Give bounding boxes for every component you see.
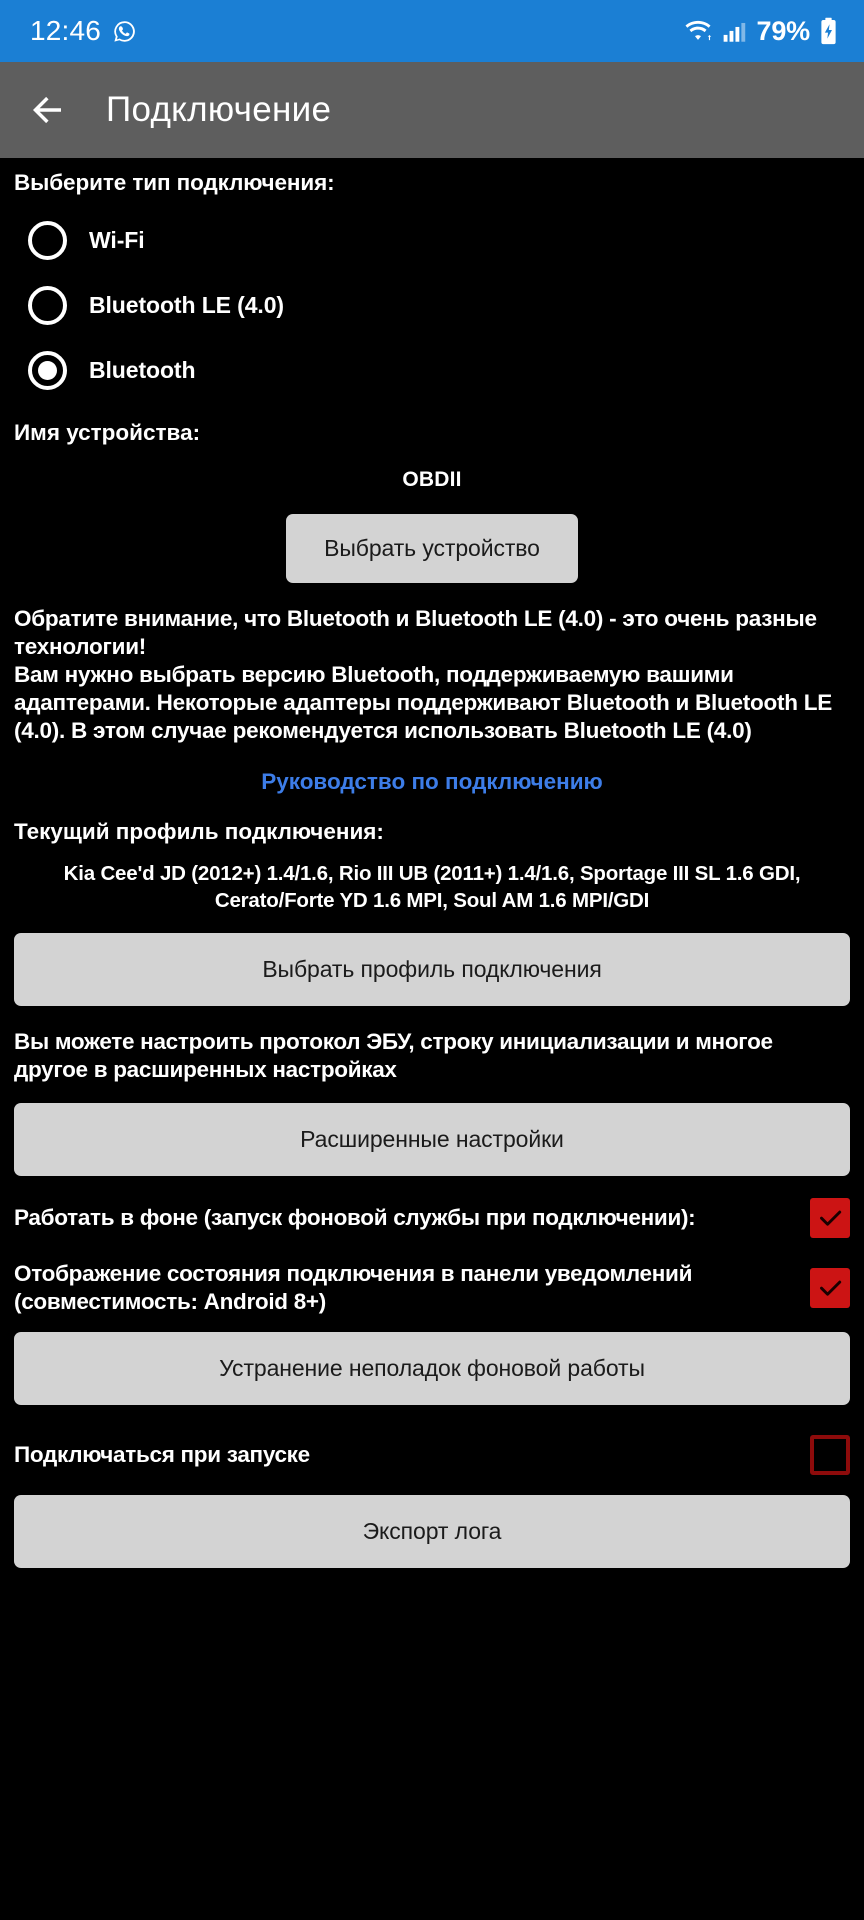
- battery-percent-label: 79%: [756, 15, 811, 46]
- radio-dot: [38, 361, 57, 381]
- radio-label-bluetooth-le: Bluetooth LE (4.0): [89, 292, 284, 319]
- radio-label-wifi: Wi-Fi: [89, 227, 145, 254]
- check-icon: [819, 1280, 841, 1297]
- status-bar-left: 12:46: [30, 15, 137, 47]
- notice-line-1: Обратите внимание, что Bluetooth и Bluet…: [14, 606, 817, 660]
- radio-option-bluetooth[interactable]: Bluetooth: [14, 338, 850, 403]
- device-name-value: OBDII: [402, 468, 462, 492]
- connection-type-label: Выберите тип подключения:: [14, 170, 335, 195]
- current-profile-value: Kia Cee'd JD (2012+) 1.4/1.6, Rio III UB…: [63, 861, 801, 912]
- check-icon: [819, 1211, 841, 1227]
- radio-label-bluetooth: Bluetooth: [89, 357, 196, 384]
- select-device-button[interactable]: Выбрать устройство: [286, 514, 578, 584]
- notification-status-row: Отображение состояния подключения в пане…: [14, 1260, 850, 1316]
- wifi-icon: [683, 19, 713, 44]
- toolbar: Подключение: [0, 62, 864, 158]
- connection-guide-link[interactable]: Руководство по подключению: [14, 769, 850, 795]
- page-title: Подключение: [106, 90, 332, 129]
- device-name-label: Имя устройства:: [14, 420, 201, 446]
- advanced-settings-button[interactable]: Расширенные настройки: [14, 1102, 850, 1176]
- radio-circle-icon: [28, 221, 67, 261]
- export-log-button[interactable]: Экспорт лога: [14, 1494, 850, 1568]
- troubleshoot-background-button[interactable]: Устранение неполадок фоновой работы: [14, 1331, 850, 1405]
- radio-circle-selected-icon: [28, 351, 67, 391]
- connect-on-startup-checkbox[interactable]: [810, 1434, 850, 1475]
- connect-on-startup-row: Подключаться при запуске: [14, 1434, 850, 1475]
- notification-status-label: Отображение состояния подключения в пане…: [14, 1260, 693, 1314]
- notice-line-2: Вам нужно выбрать версию Bluetooth, подд…: [14, 662, 833, 743]
- radio-circle-icon: [28, 286, 67, 326]
- status-bar-right: 79%: [683, 16, 838, 47]
- background-service-checkbox[interactable]: [810, 1197, 850, 1238]
- radio-option-wifi[interactable]: Wi-Fi: [14, 208, 850, 273]
- background-service-row: Работать в фоне (запуск фоновой службы п…: [14, 1197, 850, 1238]
- current-profile-label: Текущий профиль подключения:: [14, 818, 384, 844]
- notification-status-checkbox[interactable]: [810, 1267, 850, 1308]
- select-profile-button[interactable]: Выбрать профиль подключения: [14, 933, 850, 1007]
- whatsapp-icon: [112, 19, 137, 44]
- connect-on-startup-label: Подключаться при запуске: [14, 1441, 310, 1467]
- advanced-settings-hint: Вы можете настроить протокол ЭБУ, строку…: [14, 1029, 773, 1083]
- radio-option-bluetooth-le[interactable]: Bluetooth LE (4.0): [14, 273, 850, 338]
- battery-charging-icon: [819, 17, 838, 45]
- connection-type-radio-group: Wi-Fi Bluetooth LE (4.0) Bluetooth: [14, 208, 850, 403]
- cellular-signal-icon: [722, 19, 748, 44]
- status-bar: 12:46 79%: [0, 0, 864, 62]
- back-arrow-icon[interactable]: [26, 89, 68, 131]
- background-service-label: Работать в фоне (запуск фоновой службы п…: [14, 1205, 696, 1230]
- settings-content: Выберите тип подключения: Wi-Fi Bluetoot…: [0, 158, 864, 1568]
- status-clock: 12:46: [30, 15, 102, 46]
